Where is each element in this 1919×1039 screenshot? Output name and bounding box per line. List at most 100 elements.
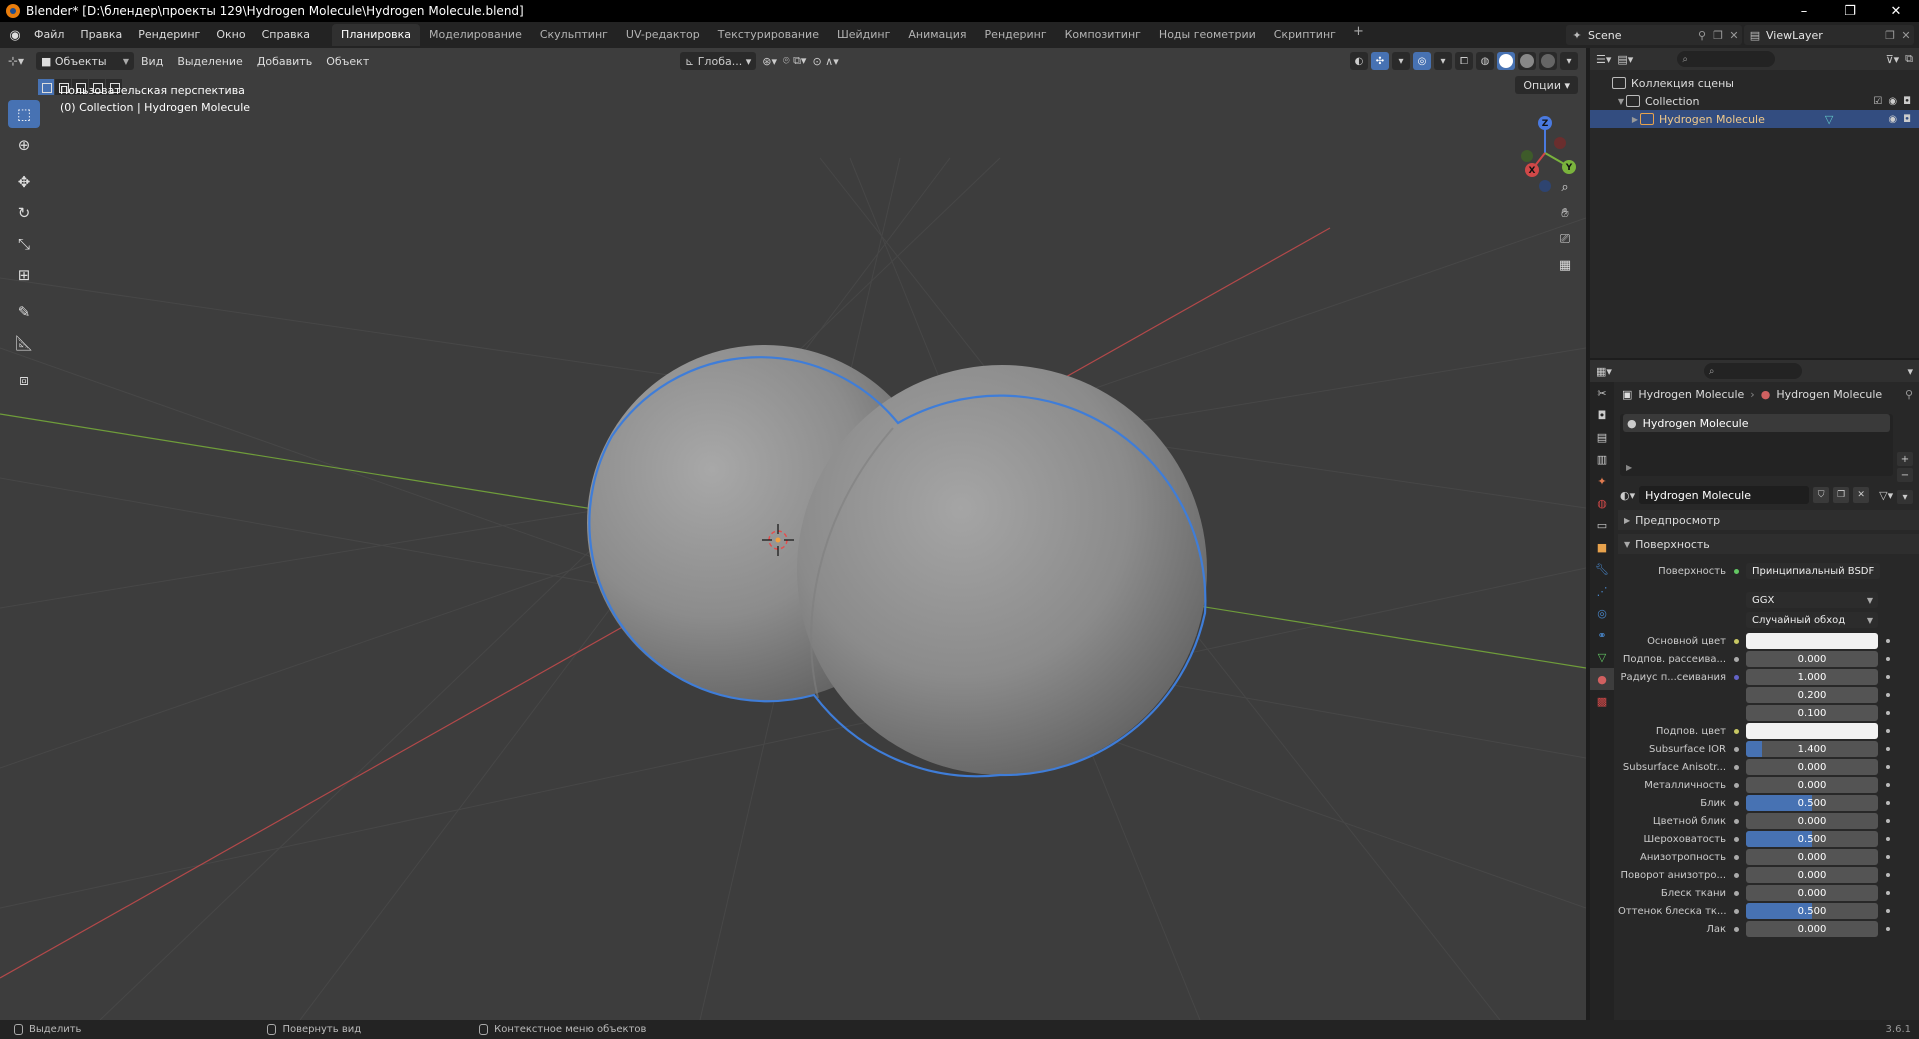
keyframe-dot-icon[interactable]: [1882, 657, 1894, 661]
tool-tab-icon[interactable]: ✂: [1590, 382, 1614, 404]
collection-tab-icon[interactable]: ▭: [1590, 514, 1614, 536]
keyframe-dot-icon[interactable]: [1882, 639, 1894, 643]
surface-panel-header[interactable]: ▼ Поверхность: [1618, 534, 1919, 554]
menu-window[interactable]: Окно: [208, 22, 253, 48]
keyframe-dot-icon[interactable]: [1882, 855, 1894, 859]
tree-item-scene-collection[interactable]: Коллекция сцены: [1590, 74, 1919, 92]
mode-dropdown[interactable]: ■ Объекты ▼: [36, 52, 134, 70]
menu-help[interactable]: Справка: [254, 22, 318, 48]
fake-user-shield-icon[interactable]: ⛉: [1813, 487, 1830, 503]
keyframe-dot-icon[interactable]: [1882, 783, 1894, 787]
proportional-edit-icon[interactable]: ⊙ ∧▾: [812, 55, 838, 68]
socket-dot-icon[interactable]: [1730, 869, 1742, 881]
add-cube-tool-icon[interactable]: ⧈: [8, 366, 40, 394]
transform-orientation-dropdown[interactable]: ⊾ Глоба... ▾: [680, 52, 757, 70]
property-value-field[interactable]: 0.500: [1746, 831, 1878, 847]
move-tool-icon[interactable]: ✥: [8, 168, 40, 196]
list-item[interactable]: ● Hydrogen Molecule: [1623, 414, 1890, 432]
new-collection-icon[interactable]: ⧉: [1905, 52, 1913, 66]
material-shading-icon[interactable]: [1518, 52, 1536, 70]
keyframe-dot-icon[interactable]: [1882, 873, 1894, 877]
pin-icon[interactable]: ⚲: [1905, 388, 1913, 401]
mesh-data-tab-icon[interactable]: ▽: [1590, 646, 1614, 668]
tab-modeling[interactable]: Моделирование: [420, 24, 531, 46]
display-mode-icon[interactable]: ▤▾: [1617, 53, 1633, 66]
outliner-search-input[interactable]: ⌕: [1677, 51, 1776, 67]
editor-type-icon[interactable]: ▦▾: [1596, 365, 1612, 378]
expand-arrow-icon[interactable]: ▶: [1630, 115, 1640, 124]
keyframe-dot-icon[interactable]: [1882, 927, 1894, 931]
snap-icon[interactable]: ⌾ ⧉▾: [783, 54, 806, 68]
world-tab-icon[interactable]: ◍: [1590, 492, 1614, 514]
property-value-field[interactable]: 0.000: [1746, 849, 1878, 865]
viewport-menu-select[interactable]: Выделение: [170, 55, 250, 68]
keyframe-dot-icon[interactable]: [1882, 693, 1894, 697]
camera-render-icon[interactable]: ◘: [1903, 96, 1911, 107]
socket-dot-icon[interactable]: [1730, 671, 1742, 683]
tab-geometry-nodes[interactable]: Ноды геометрии: [1150, 24, 1265, 46]
keyframe-dot-icon[interactable]: [1882, 747, 1894, 751]
tab-layout[interactable]: Планировка: [332, 24, 421, 46]
viewport-menu-object[interactable]: Объект: [319, 55, 376, 68]
expand-arrow-icon[interactable]: ▼: [1616, 97, 1626, 106]
overlay-toggle-icon[interactable]: ◎: [1413, 52, 1431, 70]
new-scene-icon[interactable]: ❐: [1710, 29, 1726, 42]
tab-scripting[interactable]: Скриптинг: [1265, 24, 1345, 46]
tab-shading[interactable]: Шейдинг: [828, 24, 899, 46]
chevron-down-icon[interactable]: ▾: [1907, 365, 1913, 378]
viewport-menu-view[interactable]: Вид: [134, 55, 170, 68]
property-value-field[interactable]: 0.000: [1746, 759, 1878, 775]
surface-shader-selector[interactable]: Принципиальный BSDF: [1746, 563, 1880, 579]
tab-uv-editing[interactable]: UV-редактор: [617, 24, 709, 46]
socket-dot-icon[interactable]: [1730, 797, 1742, 809]
rendered-shading-icon[interactable]: [1539, 52, 1557, 70]
object-tab-icon[interactable]: ■: [1590, 536, 1614, 558]
add-slot-button[interactable]: +: [1897, 452, 1913, 466]
particles-tab-icon[interactable]: ⋰: [1590, 580, 1614, 602]
socket-dot-icon[interactable]: [1730, 635, 1742, 647]
remove-slot-button[interactable]: −: [1897, 468, 1913, 482]
pan-hand-icon[interactable]: ✋︎: [1553, 201, 1577, 225]
eye-icon[interactable]: ◉: [1888, 114, 1897, 125]
scene-tab-icon[interactable]: ✦: [1590, 470, 1614, 492]
property-value-field[interactable]: 0.500: [1746, 903, 1878, 919]
annotate-tool-icon[interactable]: ✎: [8, 298, 40, 326]
close-button[interactable]: ✕: [1873, 0, 1919, 22]
select-new-icon[interactable]: [38, 79, 54, 95]
property-value-field[interactable]: 0.000: [1746, 921, 1878, 937]
perspective-toggle-icon[interactable]: ▦: [1553, 253, 1577, 277]
property-value-field[interactable]: 0.500: [1746, 795, 1878, 811]
tree-item-hydrogen-molecule[interactable]: ▶ Hydrogen Molecule ▽ ◉ ◘: [1590, 110, 1919, 128]
editor-type-icon[interactable]: ⊹▾: [8, 54, 36, 68]
socket-dot-icon[interactable]: [1730, 887, 1742, 899]
scene-name[interactable]: Scene: [1588, 29, 1694, 42]
eye-icon[interactable]: ◉: [1888, 96, 1897, 107]
property-value-field[interactable]: 0.000: [1746, 777, 1878, 793]
delete-scene-icon[interactable]: ✕: [1726, 29, 1742, 42]
view-layer-selector[interactable]: ▤ ViewLayer ❐ ✕: [1744, 25, 1914, 45]
view-layer-name[interactable]: ViewLayer: [1766, 29, 1882, 42]
editor-type-icon[interactable]: ☰▾: [1596, 53, 1611, 66]
distribution-dropdown[interactable]: GGX ▼: [1746, 592, 1878, 608]
socket-dot-icon[interactable]: [1730, 815, 1742, 827]
property-value-field[interactable]: 0.000: [1746, 813, 1878, 829]
exclude-checkbox-icon[interactable]: ☑: [1873, 96, 1882, 107]
link-data-icon[interactable]: ▽▾: [1879, 489, 1893, 502]
socket-dot-icon[interactable]: [1730, 779, 1742, 791]
duplicate-material-icon[interactable]: ❐: [1833, 487, 1850, 503]
overlay-dropdown-icon[interactable]: ▾: [1434, 52, 1452, 70]
socket-dot-icon[interactable]: [1730, 653, 1742, 665]
socket-dot-icon[interactable]: [1730, 905, 1742, 917]
transform-tool-icon[interactable]: ⊞: [8, 261, 40, 289]
select-box-tool-icon[interactable]: ⬚: [8, 100, 40, 128]
socket-dot-icon[interactable]: [1730, 565, 1742, 577]
modifier-tab-icon[interactable]: 🔧︎: [1590, 558, 1614, 580]
scale-tool-icon[interactable]: ⤡: [8, 230, 40, 258]
physics-tab-icon[interactable]: ◎: [1590, 602, 1614, 624]
keyframe-dot-icon[interactable]: [1882, 711, 1894, 715]
shading-dropdown-icon[interactable]: ▾: [1560, 52, 1578, 70]
tab-compositing[interactable]: Композитинг: [1056, 24, 1150, 46]
socket-dot-icon[interactable]: [1730, 833, 1742, 845]
keyframe-dot-icon[interactable]: [1882, 675, 1894, 679]
keyframe-dot-icon[interactable]: [1882, 729, 1894, 733]
